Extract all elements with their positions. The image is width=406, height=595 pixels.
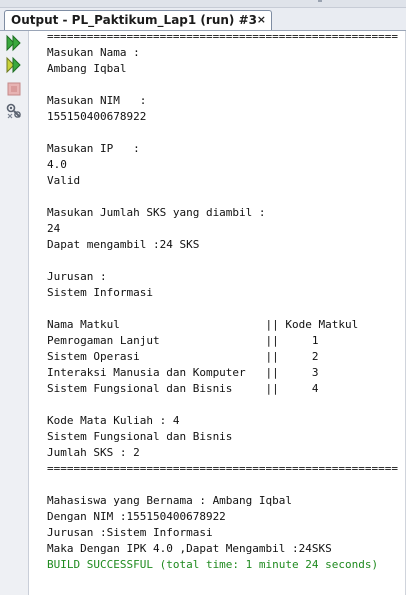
console-line: Mahasiswa yang Bernama : Ambang Iqbal	[47, 494, 293, 507]
settings-icon[interactable]	[5, 102, 23, 120]
console-line: Jurusan :	[47, 270, 107, 283]
output-tab-title: Output - PL_Paktikum_Lap1 (run) #3	[11, 13, 257, 27]
stop-icon[interactable]	[5, 80, 23, 98]
console-line: Kode Mata Kuliah : 4	[47, 414, 180, 427]
console-line: 24	[47, 222, 61, 235]
console-line: Dengan NIM :155150400678922	[47, 510, 226, 523]
console-line: Jumlah SKS : 2	[47, 446, 140, 459]
top-strip-marker	[318, 0, 322, 2]
console-output-area[interactable]: ========================================…	[29, 31, 406, 595]
console-line: 155150400678922	[47, 110, 147, 123]
console-line: 4.0	[47, 158, 67, 171]
output-tab-bar: Output - PL_Paktikum_Lap1 (run) #3 ×	[0, 8, 406, 31]
output-toolbar	[0, 31, 29, 595]
console-line: Sistem Fungsional dan Bisnis || 4	[47, 382, 319, 395]
console-line: Valid	[47, 174, 81, 187]
rerun-with-options-icon[interactable]	[5, 56, 23, 74]
console-line: Sistem Informasi	[47, 286, 153, 299]
output-tab[interactable]: Output - PL_Paktikum_Lap1 (run) #3 ×	[4, 10, 272, 30]
console-line: Maka Dengan IPK 4.0 ,Dapat Mengambil :24…	[47, 542, 332, 555]
console-line: Nama Matkul || Kode Matkul	[47, 318, 359, 331]
console-line: Masukan Jumlah SKS yang diambil :	[47, 206, 266, 219]
window-top-strip	[0, 0, 406, 8]
console-line: Pemrogaman Lanjut || 1	[47, 334, 319, 347]
console-line: Masukan IP :	[47, 142, 140, 155]
close-tab-icon[interactable]: ×	[257, 13, 266, 26]
console-line: Sistem Fungsional dan Bisnis	[47, 430, 233, 443]
rerun-icon[interactable]	[5, 34, 23, 52]
console-line: ========================================…	[47, 462, 398, 475]
console-line: Masukan NIM :	[47, 94, 147, 107]
console-line: Ambang Iqbal	[47, 62, 127, 75]
console-line: Sistem Operasi || 2	[47, 350, 319, 363]
console-line: Interaksi Manusia dan Komputer || 3	[47, 366, 319, 379]
console-line: Jurusan :Sistem Informasi	[47, 526, 213, 539]
console-line: ========================================…	[47, 31, 398, 43]
console-line: Masukan Nama :	[47, 46, 140, 59]
console-line: Dapat mengambil :24 SKS	[47, 238, 200, 251]
build-status-line: BUILD SUCCESSFUL (total time: 1 minute 2…	[47, 558, 379, 571]
